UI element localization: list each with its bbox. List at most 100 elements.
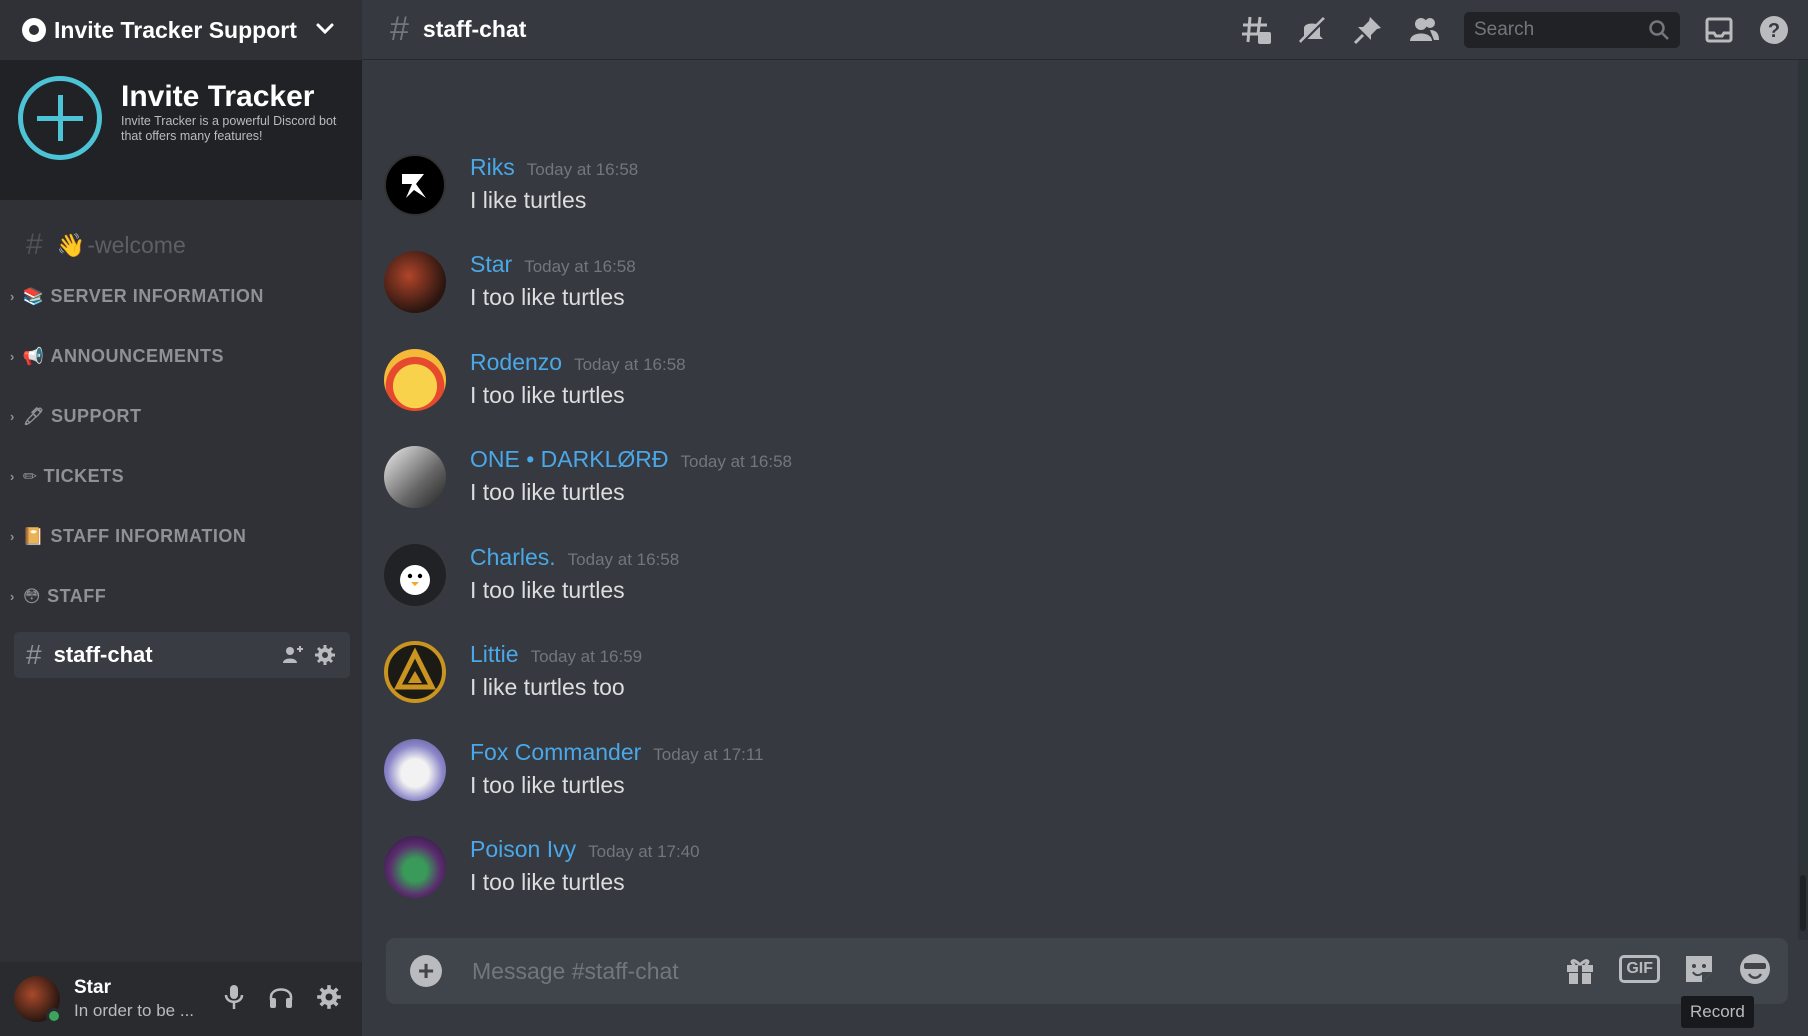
- channel-staff-chat[interactable]: # staff-chat: [14, 632, 350, 678]
- user-status: In order to be ...: [74, 1001, 195, 1020]
- message: Riks Today at 16:58 I like turtles: [384, 154, 638, 234]
- message-content: I like turtles too: [470, 674, 625, 700]
- channel-list: # 👋 -welcome › 📚 SERVER INFORMATION › 📢 …: [0, 200, 362, 962]
- message-timestamp: Today at 16:58: [567, 550, 680, 569]
- pin-icon[interactable]: [1352, 14, 1384, 46]
- create-invite-icon[interactable]: [282, 644, 304, 666]
- message-timestamp: Today at 16:58: [524, 257, 636, 276]
- add-attachment-icon[interactable]: +: [410, 955, 442, 987]
- message-timestamp: Today at 17:40: [588, 842, 700, 861]
- chat-area: # staff-chat Search ? Riks Today at 16:5…: [362, 0, 1808, 1036]
- avatar[interactable]: [384, 349, 446, 411]
- gif-button[interactable]: GIF: [1619, 955, 1660, 983]
- category-label: STAFF INFORMATION: [50, 526, 247, 546]
- gear-icon[interactable]: [314, 644, 336, 666]
- server-name: Invite Tracker Support: [54, 16, 297, 43]
- message-content: I too like turtles: [470, 382, 625, 408]
- banner-subtitle: Invite Tracker is a powerful Discord bot…: [121, 114, 337, 143]
- category-support[interactable]: › 🖊 SUPPORT: [10, 406, 141, 427]
- category-emoji: 📢: [22, 346, 45, 366]
- message-composer: + Message #staff-chat GIF: [386, 938, 1788, 1004]
- message-author[interactable]: Star: [470, 251, 512, 278]
- server-header[interactable]: Invite Tracker Support: [0, 0, 362, 60]
- avatar[interactable]: [384, 544, 446, 606]
- message-author[interactable]: Charles.: [470, 544, 556, 571]
- avatar[interactable]: [384, 739, 446, 801]
- threads-icon[interactable]: [1240, 14, 1272, 46]
- sticker-icon[interactable]: [1682, 952, 1716, 986]
- category-staff-information[interactable]: › 📔 STAFF INFORMATION: [10, 526, 246, 547]
- search-input[interactable]: Search: [1464, 12, 1680, 48]
- category-label: STAFF: [47, 586, 107, 606]
- message-timestamp: Today at 16:58: [526, 160, 639, 179]
- user-name: Star: [74, 977, 111, 998]
- message-timestamp: Today at 17:11: [653, 745, 764, 764]
- hash-icon: #: [26, 639, 42, 670]
- category-announcements[interactable]: › 📢 ANNOUNCEMENTS: [10, 346, 224, 367]
- search-placeholder: Search: [1474, 19, 1535, 40]
- message-author[interactable]: ONE • DARKLØRÐ: [470, 446, 668, 473]
- channel-label: staff-chat: [53, 642, 153, 667]
- category-label: TICKETS: [43, 466, 125, 486]
- inbox-icon[interactable]: [1704, 15, 1734, 45]
- message-input[interactable]: Message #staff-chat: [472, 958, 679, 985]
- category-emoji: 😳: [22, 586, 42, 606]
- avatar[interactable]: [14, 976, 62, 1024]
- message-author[interactable]: Poison Ivy: [470, 836, 576, 863]
- headphones-icon[interactable]: [268, 984, 294, 1010]
- chevron-right-icon: ›: [10, 289, 15, 304]
- chevron-right-icon: ›: [10, 469, 15, 484]
- invite-tracker-logo-icon: [18, 76, 102, 160]
- hash-icon: #: [26, 228, 43, 261]
- message-content: I too like turtles: [470, 479, 625, 505]
- verified-badge-icon: [22, 18, 46, 42]
- wave-emoji: 👋: [56, 231, 86, 258]
- channel-header: # staff-chat Search ?: [362, 0, 1808, 60]
- message-author[interactable]: Rodenzo: [470, 349, 562, 376]
- category-label: SUPPORT: [50, 406, 142, 426]
- message-timestamp: Today at 16:59: [530, 647, 643, 666]
- avatar[interactable]: [384, 154, 446, 216]
- channel-title: staff-chat: [422, 16, 527, 42]
- scrollbar-thumb[interactable]: [1800, 875, 1806, 931]
- message-author[interactable]: Riks: [470, 154, 515, 181]
- message: Rodenzo Today at 16:58 I too like turtle…: [384, 349, 686, 429]
- avatar[interactable]: [384, 836, 446, 898]
- message-content: I too like turtles: [470, 284, 625, 310]
- message: Littie Today at 16:59 I like turtles too: [384, 641, 642, 721]
- channel-welcome[interactable]: # 👋 -welcome: [26, 228, 186, 262]
- message-content: I too like turtles: [470, 869, 625, 895]
- message-author[interactable]: Littie: [470, 641, 519, 668]
- message: Fox Commander Today at 17:11 I too like …: [384, 739, 764, 819]
- member-list-icon[interactable]: [1408, 14, 1440, 46]
- avatar[interactable]: [384, 251, 446, 313]
- category-server-information[interactable]: › 📚 SERVER INFORMATION: [10, 286, 264, 307]
- category-emoji: 🖊: [22, 406, 45, 426]
- category-label: SERVER INFORMATION: [50, 286, 264, 306]
- help-icon[interactable]: ?: [1758, 14, 1790, 46]
- chevron-down-icon[interactable]: [314, 18, 336, 40]
- notification-mute-icon[interactable]: [1296, 14, 1328, 46]
- category-label: ANNOUNCEMENTS: [50, 346, 225, 366]
- chevron-right-icon: ›: [10, 349, 15, 364]
- user-panel: Star In order to be ...: [0, 962, 362, 1036]
- message-timestamp: Today at 16:58: [680, 452, 793, 471]
- category-tickets[interactable]: › ✏ TICKETS: [10, 466, 124, 487]
- chevron-down-icon: ›: [10, 589, 15, 604]
- banner-title: Invite Tracker: [121, 80, 315, 113]
- category-staff[interactable]: › 😳 STAFF: [10, 586, 106, 607]
- message-content: I too like turtles: [470, 772, 625, 798]
- message-author[interactable]: Fox Commander: [470, 739, 641, 766]
- emoji-picker-icon[interactable]: [1738, 952, 1772, 986]
- message: Star Today at 16:58 I too like turtles: [384, 251, 636, 331]
- gift-icon[interactable]: [1563, 952, 1597, 986]
- microphone-icon[interactable]: [222, 984, 246, 1010]
- message: Charles. Today at 16:58 I too like turtl…: [384, 544, 679, 624]
- message: ONE • DARKLØRÐ Today at 16:58 I too like…: [384, 446, 792, 526]
- online-status-icon: [46, 1008, 62, 1024]
- message-timestamp: Today at 16:58: [574, 355, 686, 374]
- user-settings-gear-icon[interactable]: [316, 984, 342, 1010]
- avatar[interactable]: [384, 446, 446, 508]
- message-scrollbar[interactable]: [1798, 60, 1808, 940]
- avatar[interactable]: [384, 641, 446, 703]
